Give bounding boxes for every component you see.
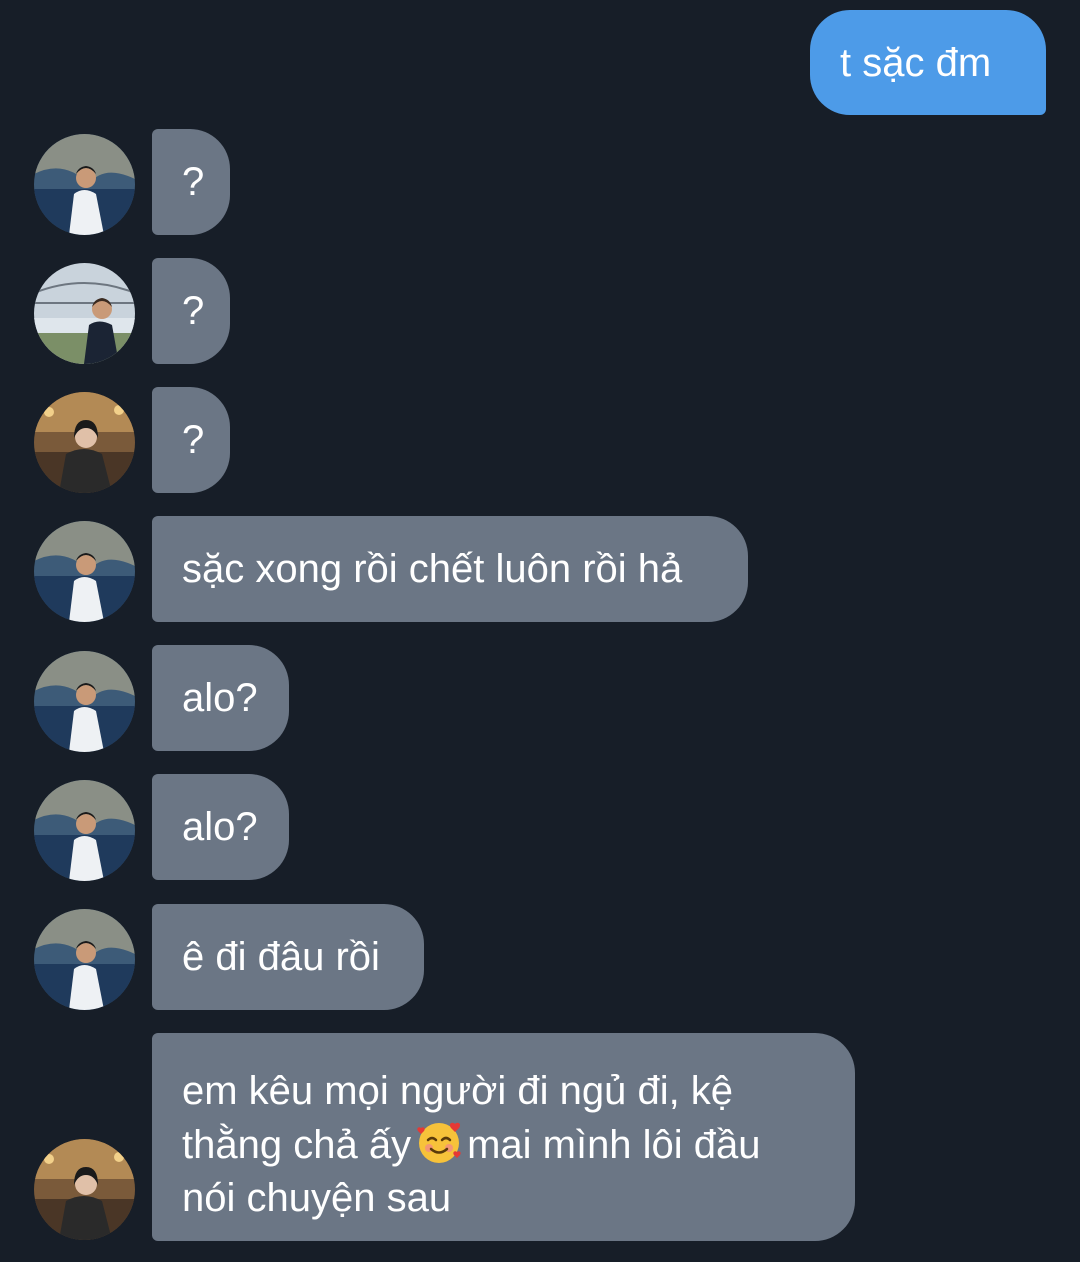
- message-text: alo?: [182, 805, 258, 849]
- message-incoming[interactable]: ê đi đâu rồi: [152, 904, 424, 1010]
- message-text-line: nói chuyện sau: [182, 1176, 452, 1220]
- message-outgoing[interactable]: t sặc đm: [810, 10, 1046, 115]
- message-incoming[interactable]: alo?: [152, 645, 289, 751]
- message-text-line: em kêu mọi người đi ngủ đi, kệ: [182, 1069, 734, 1113]
- message-text: ?: [182, 289, 205, 333]
- message-incoming[interactable]: ?: [152, 258, 230, 364]
- smiling-face-with-hearts-icon: [417, 1122, 461, 1163]
- avatar-sea[interactable]: [34, 521, 135, 622]
- avatar-sea[interactable]: [34, 909, 135, 1010]
- message-incoming[interactable]: alo?: [152, 774, 289, 880]
- avatar-sea[interactable]: [34, 780, 135, 881]
- message-incoming[interactable]: ?: [152, 129, 230, 235]
- chat-thread: t sặc đm ? ? ? sặc xong rồi chết luôn rồ…: [0, 0, 1080, 1262]
- message-text: sặc xong rồi chết luôn rồi hả: [182, 547, 683, 591]
- avatar-cafe[interactable]: [34, 1139, 135, 1240]
- message-text-segment: mai mình lôi đầu: [467, 1123, 761, 1167]
- message-incoming[interactable]: sặc xong rồi chết luôn rồi hả: [152, 516, 748, 622]
- message-text-line: thằng chả ấy mai mình lôi đầu: [182, 1118, 825, 1172]
- message-incoming[interactable]: em kêu mọi người đi ngủ đi, kệ thằng chả…: [152, 1033, 855, 1241]
- avatar-sea[interactable]: [34, 134, 135, 235]
- message-incoming[interactable]: ?: [152, 387, 230, 493]
- message-text: ê đi đâu rồi: [182, 935, 380, 979]
- message-text-segment: thằng chả ấy: [182, 1123, 412, 1167]
- message-text: ?: [182, 160, 205, 204]
- message-text: ?: [182, 418, 205, 462]
- avatar-sea[interactable]: [34, 651, 135, 752]
- message-text: alo?: [182, 676, 258, 720]
- avatar-bridge[interactable]: [34, 263, 135, 364]
- message-text: t sặc đm: [840, 41, 992, 85]
- avatar-cafe[interactable]: [34, 392, 135, 493]
